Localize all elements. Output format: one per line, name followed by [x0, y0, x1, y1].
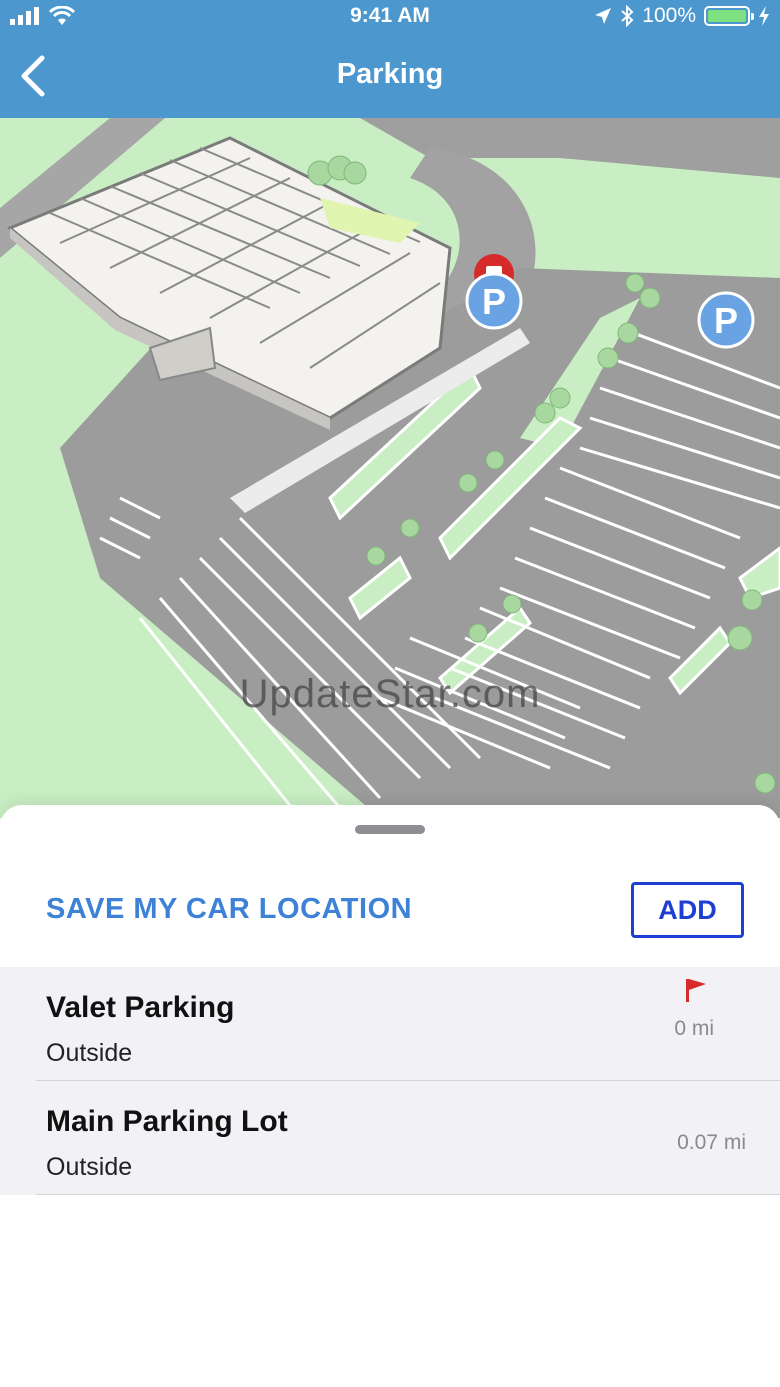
- save-car-row: SAVE MY CAR LOCATION ADD: [0, 865, 780, 965]
- battery-fill: [708, 10, 746, 22]
- flag-icon: [686, 979, 706, 1002]
- list-item[interactable]: Main Parking Lot Outside 0.07 mi: [0, 1081, 780, 1195]
- list-item[interactable]: Valet Parking Outside 0 mi: [0, 967, 780, 1081]
- status-right: 100%: [594, 4, 770, 28]
- parking-location: Outside: [46, 1153, 133, 1181]
- watermark: UpdateStar.com: [239, 672, 541, 716]
- sheet-grabber[interactable]: [355, 825, 425, 834]
- divider: [36, 1194, 780, 1195]
- header: 9:41 AM 100% Parking: [0, 0, 780, 118]
- parking-distance: 0.07 mi: [677, 1131, 746, 1154]
- parking-marker[interactable]: P: [465, 272, 523, 330]
- save-car-location-label: SAVE MY CAR LOCATION: [46, 893, 413, 925]
- parking-name: Main Parking Lot: [46, 1105, 288, 1138]
- bluetooth-icon: [621, 5, 634, 27]
- parking-marker[interactable]: P: [697, 291, 755, 349]
- parking-marker-label: P: [714, 300, 738, 341]
- parking-marker-label: P: [482, 281, 506, 322]
- page-title: Parking: [336, 58, 444, 90]
- add-button[interactable]: ADD: [631, 882, 744, 938]
- location-arrow-icon: [595, 8, 612, 24]
- parking-location: Outside: [46, 1039, 133, 1067]
- bottom-sheet: SAVE MY CAR LOCATION ADD Valet Parking O…: [0, 805, 780, 1387]
- parking-list: Valet Parking Outside 0 mi Main Parking …: [0, 967, 780, 1195]
- nav-bar: Parking: [0, 34, 780, 118]
- battery-percent: 100%: [642, 4, 696, 27]
- parking-name: Valet Parking: [46, 991, 235, 1024]
- battery-icon: [704, 6, 754, 26]
- parking-distance: 0 mi: [674, 1017, 714, 1040]
- map-view[interactable]: P P UpdateStar.com: [0, 118, 780, 818]
- status-bar: 9:41 AM 100%: [0, 0, 780, 34]
- charging-icon: [759, 6, 769, 26]
